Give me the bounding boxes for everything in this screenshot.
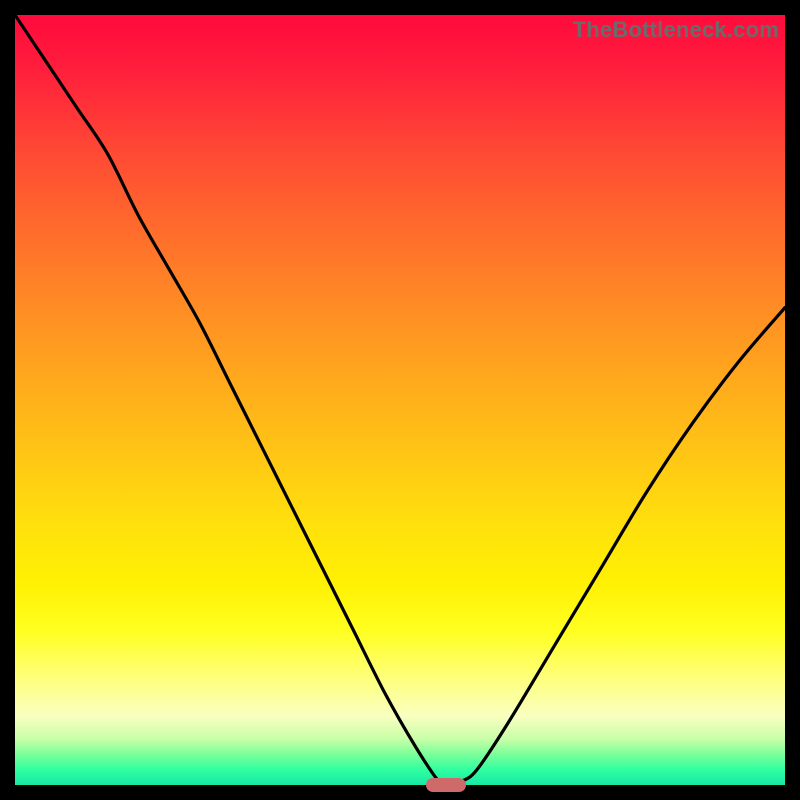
chart-frame: TheBottleneck.com [0, 0, 800, 800]
bottleneck-curve [15, 15, 785, 785]
plot-area: TheBottleneck.com [15, 15, 785, 785]
curve-path [15, 15, 785, 786]
minimum-marker [426, 778, 466, 792]
